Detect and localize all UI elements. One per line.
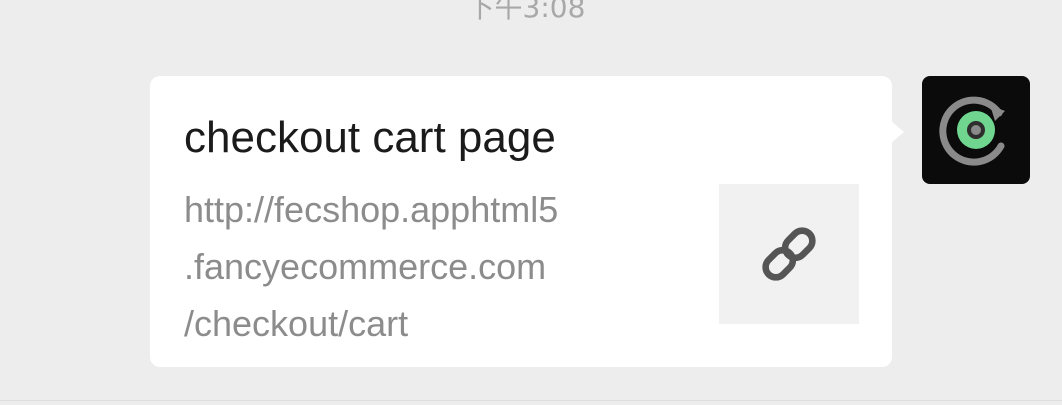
bubble-tail	[890, 120, 904, 144]
link-card-thumbnail	[719, 184, 859, 324]
link-card-url-line: .fancyecommerce.com	[184, 246, 547, 287]
link-card-url: http://fecshop.apphtml5 .fancyecommerce.…	[184, 181, 624, 352]
app-logo-icon	[939, 96, 1005, 166]
link-icon	[762, 227, 816, 281]
link-card-message[interactable]: checkout cart page http://fecshop.apphtm…	[150, 76, 892, 367]
link-card-url-line: /checkout/cart	[184, 303, 409, 344]
sender-avatar[interactable]	[922, 76, 1030, 184]
bottom-divider	[0, 400, 1062, 401]
message-timestamp: 下午3:08	[466, 0, 586, 24]
link-card-url-line: http://fecshop.apphtml5	[184, 189, 559, 230]
link-card-title: checkout cart page	[184, 113, 556, 162]
chat-screen: { "chat": { "timestamp": "下午3:08", "mess…	[0, 0, 1062, 405]
